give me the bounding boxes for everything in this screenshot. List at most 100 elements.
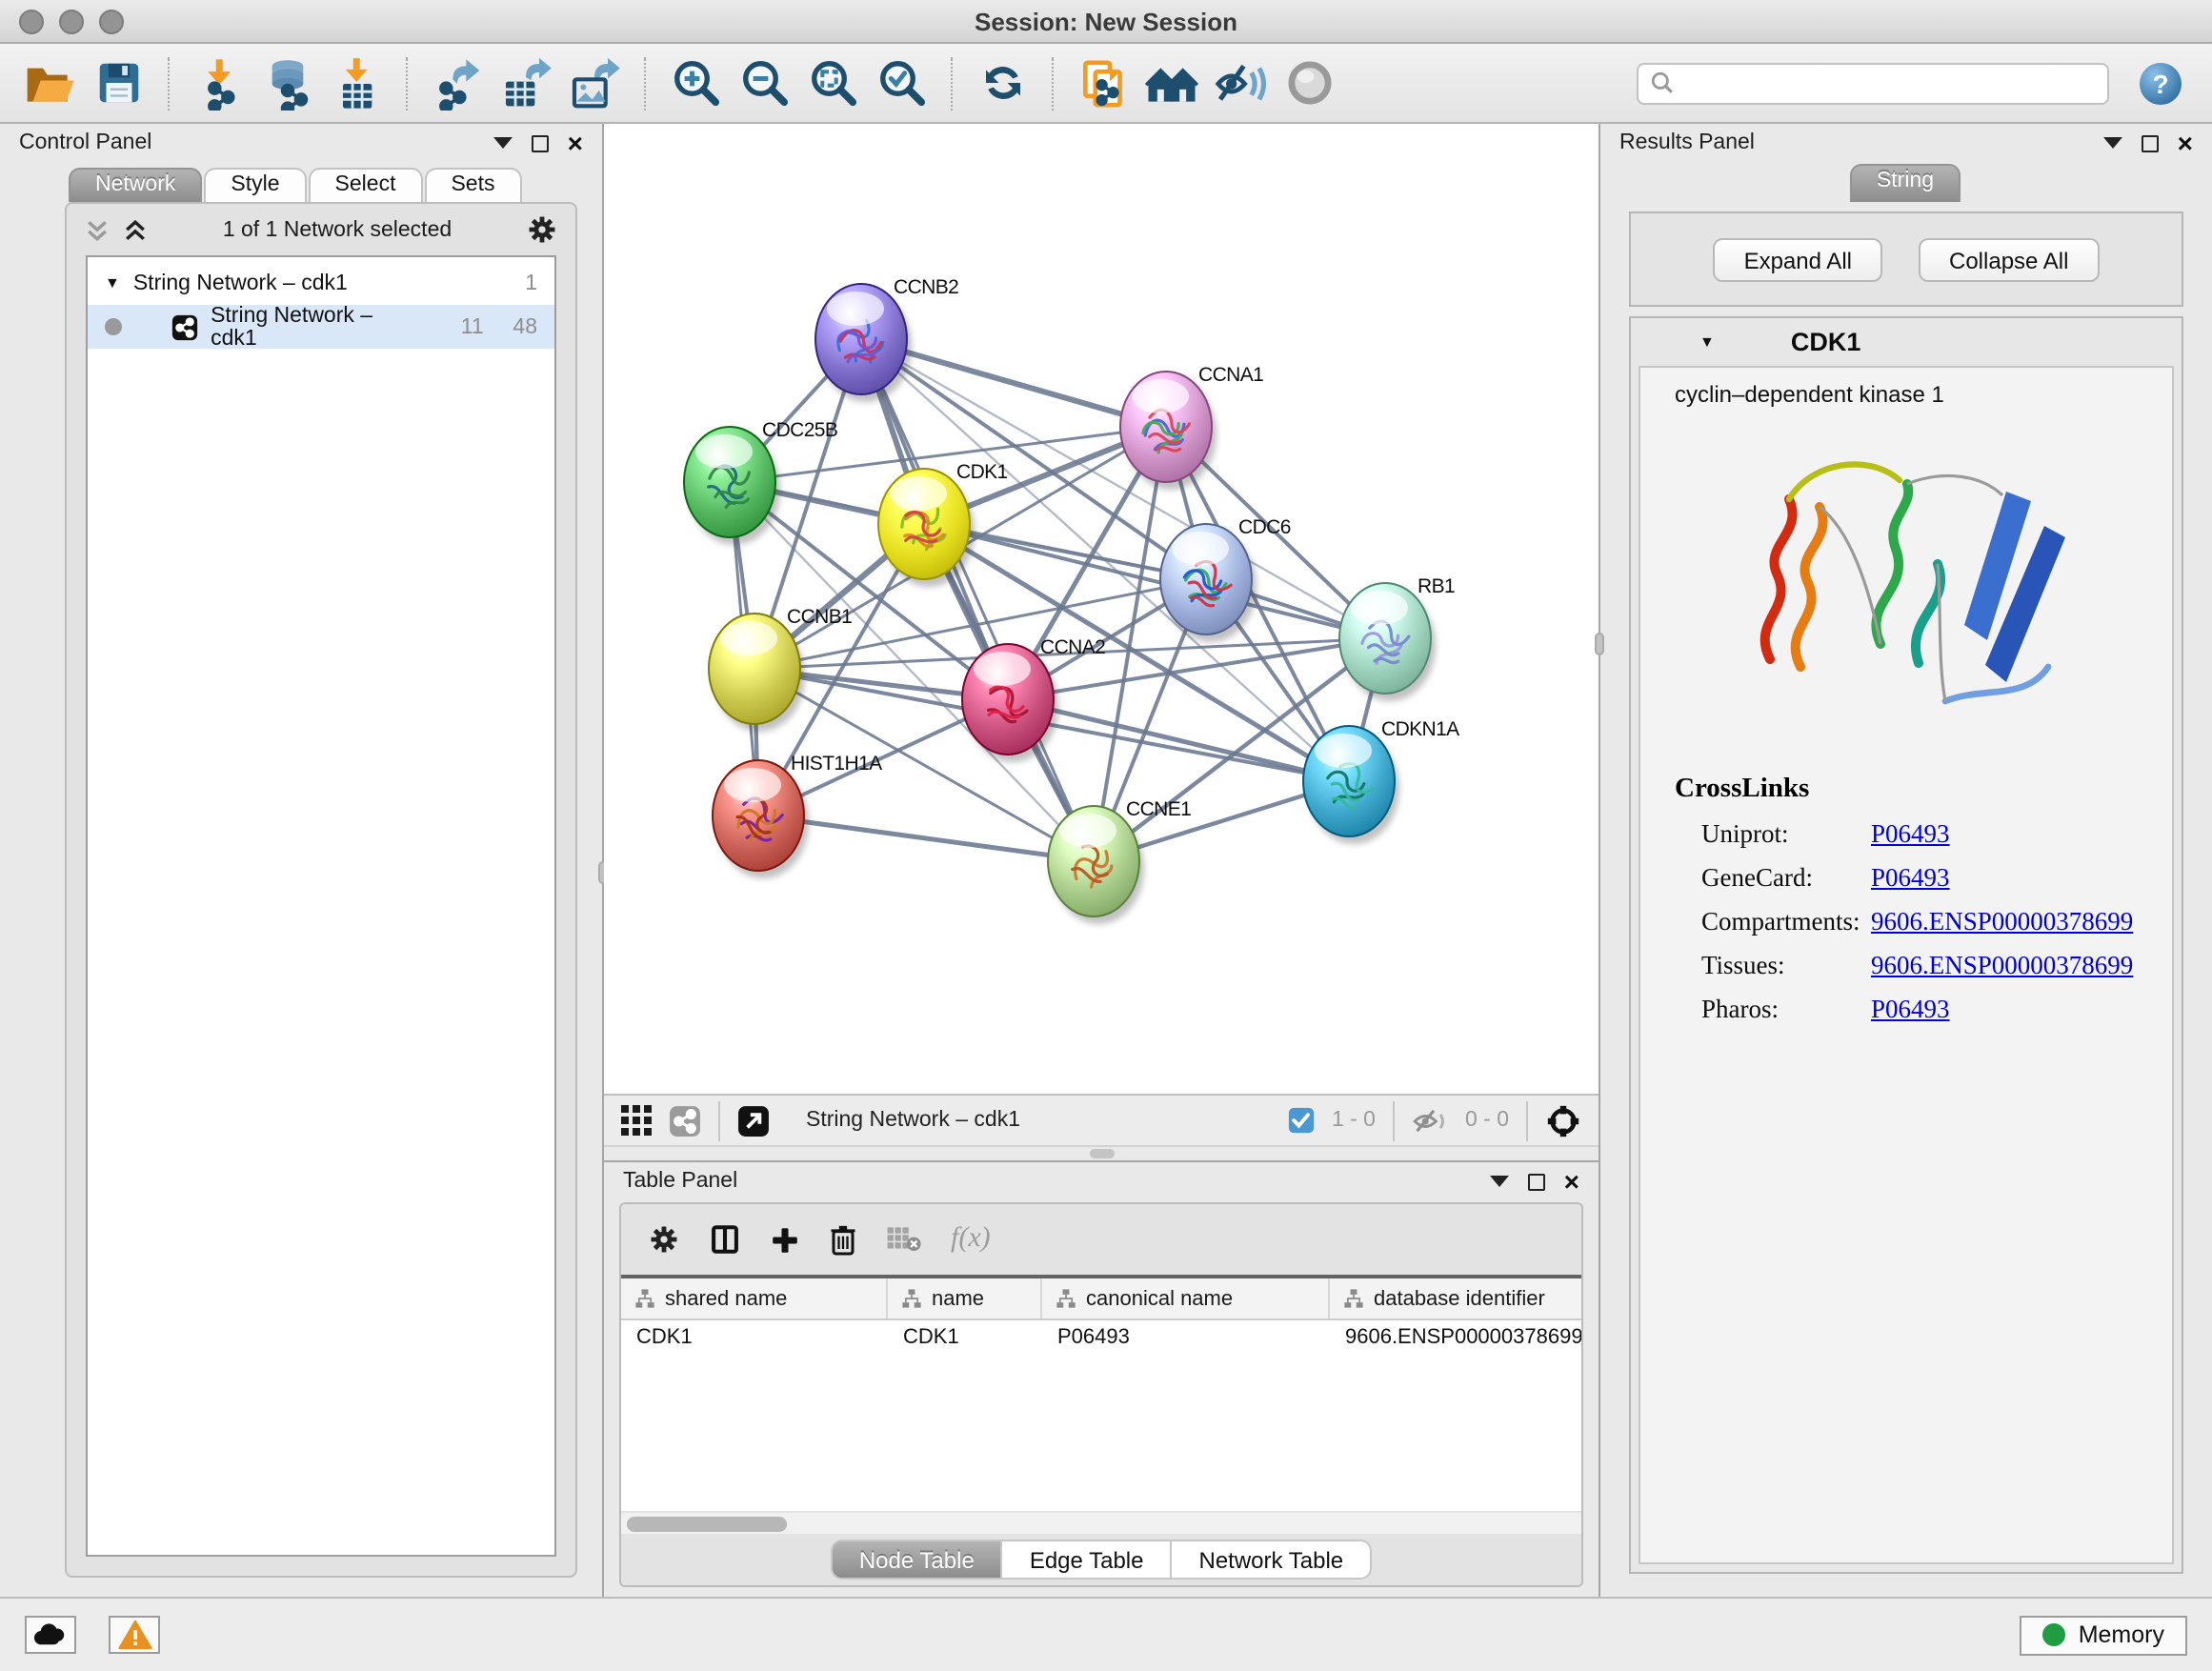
scrollbar-thumb[interactable] xyxy=(627,1516,787,1531)
node-label-cdkn1a: CDKN1A xyxy=(1381,718,1459,740)
node-label-cdc6: CDC6 xyxy=(1238,516,1291,538)
network-overview-icon[interactable] xyxy=(669,1104,701,1137)
search-input[interactable] xyxy=(1684,70,2096,96)
current-network-title: String Network – cdk1 xyxy=(806,1109,1271,1132)
network-graph[interactable]: CCNB2CCNA1CDC25BCDK1CDC6RB1CCNB1CCNA2CDK… xyxy=(604,124,1599,1094)
tab-node-table[interactable]: Node Table xyxy=(831,1540,1003,1580)
crosslink-row: Tissues:9606.ENSP00000378699 xyxy=(1650,951,2162,981)
export-table-button[interactable] xyxy=(495,52,556,113)
tab-sets[interactable]: Sets xyxy=(424,168,521,202)
close-panel-icon[interactable]: × xyxy=(568,134,583,151)
cell-name[interactable]: CDK1 xyxy=(888,1320,1042,1362)
grid-view-icon[interactable] xyxy=(621,1105,652,1136)
import-table-button[interactable] xyxy=(326,52,387,113)
splitter-handle[interactable] xyxy=(1595,633,1604,655)
network-node-ccna2[interactable] xyxy=(962,644,1058,762)
network-node-ccnb1[interactable] xyxy=(709,614,805,732)
memory-button[interactable]: Memory xyxy=(2020,1615,2187,1655)
cell-shared-name[interactable]: CDK1 xyxy=(621,1320,888,1362)
network-node-hist1h1a[interactable] xyxy=(713,760,809,878)
crosslinks-list: Uniprot:P06493GeneCard:P06493Compartment… xyxy=(1650,819,2162,1025)
hide-selected-button[interactable] xyxy=(1210,52,1271,113)
zoom-out-button[interactable] xyxy=(734,52,794,113)
first-neighbors-button[interactable] xyxy=(1141,52,1202,113)
table-options-gear-icon[interactable] xyxy=(648,1223,680,1256)
network-node-ccne1[interactable] xyxy=(1048,806,1144,924)
section-collapse-caret-icon[interactable]: ▼ xyxy=(1699,333,1715,351)
network-tree-row[interactable]: String Network – cdk1 11 48 xyxy=(88,305,554,349)
fit-selection-crosshair-icon[interactable] xyxy=(1545,1102,1581,1138)
column-header-database-identifier[interactable]: database identifier xyxy=(1330,1278,1583,1319)
column-header-shared-name[interactable]: shared name xyxy=(621,1278,888,1319)
tab-edge-table[interactable]: Edge Table xyxy=(1003,1540,1173,1580)
panel-menu-icon[interactable] xyxy=(1490,1176,1509,1187)
add-column-icon[interactable] xyxy=(770,1224,800,1255)
apply-layout-button[interactable] xyxy=(972,52,1033,113)
close-panel-icon[interactable]: × xyxy=(1564,1173,1579,1190)
network-node-ccnb2[interactable] xyxy=(815,284,912,402)
crosslink-link[interactable]: P06493 xyxy=(1871,995,1950,1025)
export-image-button[interactable] xyxy=(564,52,625,113)
protein-structure-image xyxy=(1716,415,2097,770)
search-box[interactable] xyxy=(1637,62,2109,104)
tab-network-table[interactable]: Network Table xyxy=(1173,1540,1373,1580)
zoom-selected-button[interactable] xyxy=(871,52,932,113)
show-graphics-details-button[interactable] xyxy=(1278,52,1339,113)
panel-menu-icon[interactable] xyxy=(493,137,513,149)
clone-network-button[interactable] xyxy=(1073,52,1134,113)
help-button[interactable]: ? xyxy=(2140,62,2182,104)
collapse-all-button[interactable]: Collapse All xyxy=(1919,237,2099,281)
close-panel-icon[interactable]: × xyxy=(2178,134,2193,151)
warnings-button[interactable] xyxy=(109,1616,160,1654)
hidden-eye-icon[interactable] xyxy=(1412,1106,1448,1135)
crosslink-link[interactable]: P06493 xyxy=(1871,863,1950,894)
crosslink-link[interactable]: P06493 xyxy=(1871,819,1950,850)
delete-column-icon[interactable] xyxy=(829,1223,857,1256)
detach-view-icon[interactable] xyxy=(737,1104,770,1137)
network-node-ccna1[interactable] xyxy=(1120,372,1217,490)
network-canvas[interactable]: CCNB2CCNA1CDC25BCDK1CDC6RB1CCNB1CCNA2CDK… xyxy=(604,124,1599,1094)
panel-menu-icon[interactable] xyxy=(2103,137,2122,149)
application-window: Session: New Session ? xyxy=(0,0,2212,1671)
cell-canonical-name[interactable]: P06493 xyxy=(1042,1320,1330,1362)
table-horizontal-scrollbar[interactable] xyxy=(621,1511,1581,1534)
float-panel-icon[interactable] xyxy=(1528,1173,1545,1190)
zoom-fit-button[interactable] xyxy=(802,52,863,113)
expand-all-icon[interactable] xyxy=(122,216,149,243)
tab-string[interactable]: String xyxy=(1850,164,1961,202)
collapse-all-icon[interactable] xyxy=(84,216,111,243)
network-options-gear-icon[interactable] xyxy=(526,213,558,246)
network-tree-root-row[interactable]: ▼ String Network – cdk1 1 xyxy=(88,261,554,305)
cloud-status-button[interactable] xyxy=(25,1616,76,1654)
network-edge-ccnb2-ccne1[interactable] xyxy=(861,339,1094,861)
zoom-in-button[interactable] xyxy=(665,52,726,113)
float-panel-icon[interactable] xyxy=(2142,134,2159,151)
crosslink-link[interactable]: 9606.ENSP00000378699 xyxy=(1871,907,2133,937)
network-node-cdkn1a[interactable] xyxy=(1303,726,1399,844)
import-network-button[interactable] xyxy=(189,52,250,113)
crosslink-row: Compartments:9606.ENSP00000378699 xyxy=(1650,907,2162,937)
network-node-rb1[interactable] xyxy=(1339,583,1436,701)
protein-section-header[interactable]: ▼ CDK1 xyxy=(1631,318,2182,366)
float-panel-icon[interactable] xyxy=(532,134,549,151)
tab-style[interactable]: Style xyxy=(204,168,306,202)
open-session-button[interactable] xyxy=(19,52,80,113)
toolbar-separator xyxy=(644,56,646,110)
horizontal-splitter[interactable] xyxy=(604,1145,1599,1160)
expand-all-button[interactable]: Expand All xyxy=(1714,237,1882,281)
crosslink-link[interactable]: 9606.ENSP00000378699 xyxy=(1871,951,2133,981)
network-node-cdk1[interactable] xyxy=(878,469,975,587)
tab-select[interactable]: Select xyxy=(309,168,423,202)
save-session-button[interactable] xyxy=(88,52,149,113)
tree-expand-caret-icon[interactable]: ▼ xyxy=(105,274,120,292)
crosslink-label: GeneCard: xyxy=(1650,863,1871,894)
selected-checkbox-icon[interactable] xyxy=(1288,1107,1315,1134)
table-row[interactable]: CDK1CDK1P064939606.ENSP00000378699cyclin… xyxy=(621,1320,1581,1362)
export-network-button[interactable] xyxy=(427,52,488,113)
column-header-canonical-name[interactable]: canonical name xyxy=(1042,1278,1330,1319)
import-network-from-database-button[interactable] xyxy=(257,52,318,113)
column-header-name[interactable]: name xyxy=(888,1278,1042,1319)
show-columns-icon[interactable] xyxy=(709,1223,741,1256)
cell-database-identifier[interactable]: 9606.ENSP00000378699 xyxy=(1330,1320,1583,1362)
tab-network[interactable]: Network xyxy=(69,168,202,202)
